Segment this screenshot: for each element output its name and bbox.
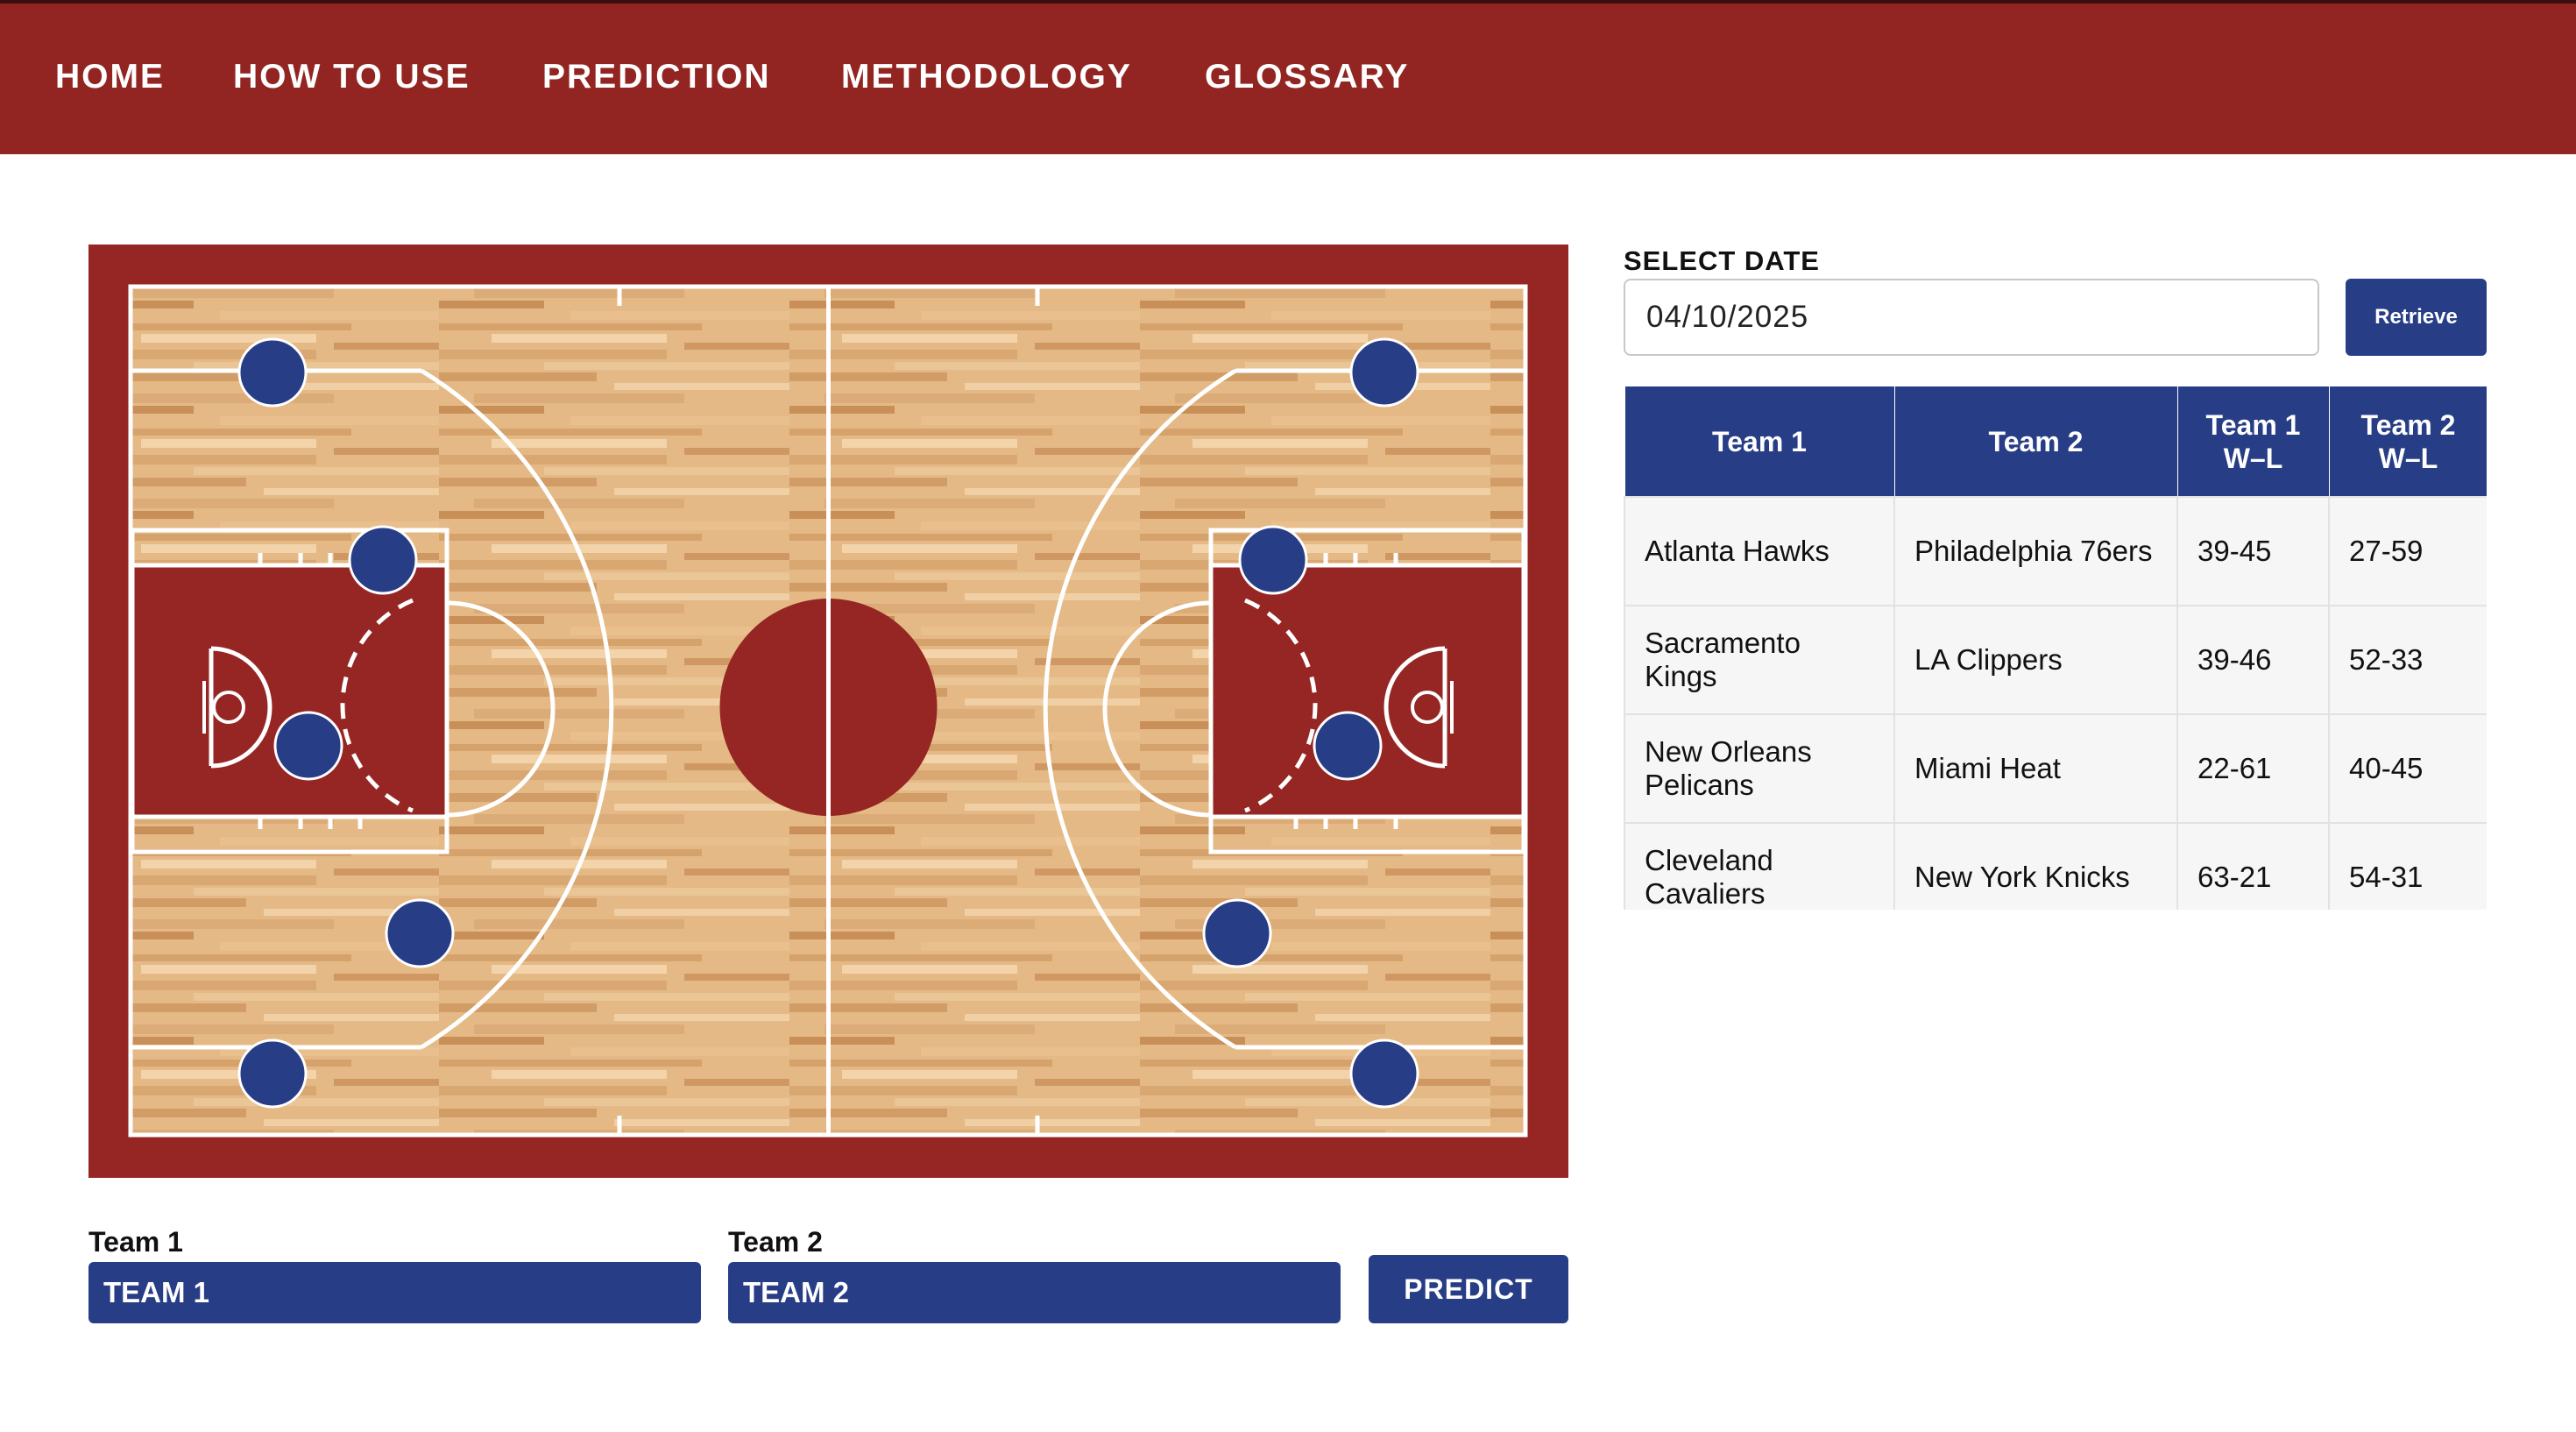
table-cell: 63-21: [2176, 822, 2330, 910]
nav-link-how-to-use[interactable]: HOW TO USE: [233, 56, 471, 98]
nav-link-home[interactable]: HOME: [55, 56, 165, 98]
table-cell: Miami Heat: [1893, 713, 2178, 824]
table-row[interactable]: Cleveland Cavaliers New York Knicks 63-2…: [1624, 822, 2487, 910]
team2-select[interactable]: TEAM 2: [728, 1262, 1341, 1323]
table-header-row: Team 1 Team 2 Team 1 W–L Team 2 W–L: [1624, 386, 2487, 498]
table-cell: 39-45: [2176, 496, 2330, 606]
table-cell: 39-46: [2176, 605, 2330, 715]
top-navigation-bar: HOME HOW TO USE PREDICTION METHODOLOGY G…: [0, 0, 2576, 154]
table-row[interactable]: New Orleans Pelicans Miami Heat 22-61 40…: [1624, 713, 2487, 824]
games-table: Team 1 Team 2 Team 1 W–L Team 2 W–L Atla…: [1624, 386, 2487, 910]
player-marker-left-5[interactable]: [237, 1039, 308, 1109]
team1-select[interactable]: TEAM 1: [88, 1262, 701, 1323]
table-cell: New York Knicks: [1893, 822, 2178, 910]
nav-link-glossary[interactable]: GLOSSARY: [1205, 56, 1409, 98]
player-marker-right-1[interactable]: [1349, 337, 1419, 408]
retrieve-button[interactable]: Retrieve: [2346, 279, 2487, 356]
basketball-court: [88, 245, 1568, 1178]
table-cell: Atlanta Hawks: [1624, 496, 1895, 606]
table-cell: LA Clippers: [1893, 605, 2178, 715]
table-row[interactable]: Atlanta Hawks Philadelphia 76ers 39-45 2…: [1624, 496, 2487, 606]
player-marker-right-5[interactable]: [1349, 1039, 1419, 1109]
nav-link-prediction[interactable]: PREDICTION: [542, 56, 771, 98]
team1-label: Team 1: [88, 1226, 183, 1258]
team2-label: Team 2: [728, 1226, 823, 1258]
table-cell: Sacramento Kings: [1624, 605, 1895, 715]
player-marker-right-3[interactable]: [1313, 711, 1383, 781]
column-header-team2-wl: Team 2 W–L: [2328, 386, 2487, 498]
table-row[interactable]: Sacramento Kings LA Clippers 39-46 52-33: [1624, 605, 2487, 715]
nav-link-methodology[interactable]: METHODOLOGY: [841, 56, 1132, 98]
column-header-team1: Team 1: [1624, 386, 1895, 498]
player-marker-left-4[interactable]: [385, 898, 455, 968]
column-header-team2: Team 2: [1893, 386, 2178, 498]
games-table-container[interactable]: Team 1 Team 2 Team 1 W–L Team 2 W–L Atla…: [1624, 386, 2487, 910]
select-date-label: SELECT DATE: [1624, 245, 1820, 276]
player-marker-left-1[interactable]: [237, 337, 308, 408]
table-cell: Philadelphia 76ers: [1893, 496, 2178, 606]
table-cell: New Orleans Pelicans: [1624, 713, 1895, 824]
table-cell: 52-33: [2328, 605, 2487, 715]
table-cell: 40-45: [2328, 713, 2487, 824]
player-marker-right-2[interactable]: [1238, 525, 1308, 595]
player-marker-right-4[interactable]: [1202, 898, 1272, 968]
table-cell: 54-31: [2328, 822, 2487, 910]
table-cell: Cleveland Cavaliers: [1624, 822, 1895, 910]
table-cell: 27-59: [2328, 496, 2487, 606]
player-marker-left-3[interactable]: [273, 711, 343, 781]
table-cell: 22-61: [2176, 713, 2330, 824]
predict-button[interactable]: PREDICT: [1369, 1255, 1568, 1323]
column-header-team1-wl: Team 1 W–L: [2176, 386, 2330, 498]
player-marker-left-2[interactable]: [348, 525, 418, 595]
date-input[interactable]: [1624, 279, 2319, 356]
